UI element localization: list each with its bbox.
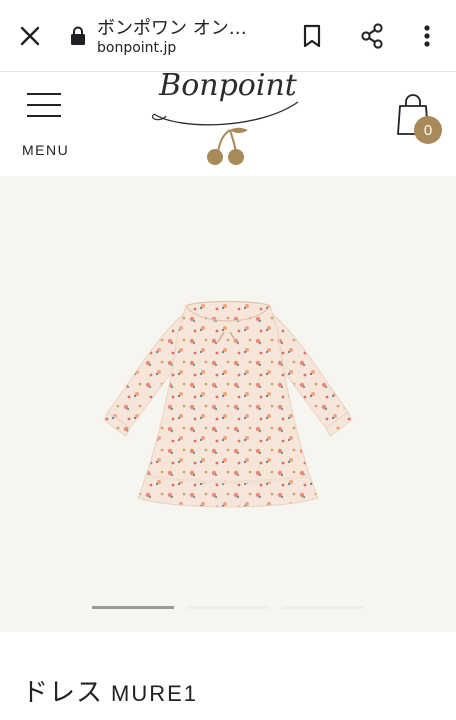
close-button[interactable] [14, 20, 46, 52]
address-bar[interactable]: ボンポワン オン… bonpoint.jp [70, 12, 270, 60]
browser-toolbar: ボンポワン オン… bonpoint.jp [0, 0, 456, 72]
bonpoint-logo[interactable]: Bonpoint [148, 68, 308, 172]
page-url: bonpoint.jp [97, 40, 177, 56]
share-button[interactable] [356, 20, 388, 52]
page-title: ボンポワン オン… [97, 18, 247, 39]
cart-count-badge: 0 [414, 116, 442, 144]
cart-button[interactable]: 0 [396, 94, 446, 146]
product-name: ドレス [22, 678, 104, 708]
more-options-button[interactable] [411, 20, 443, 52]
menu-button[interactable]: MENU [18, 90, 72, 158]
carousel-pagination [92, 606, 364, 610]
bookmark-icon [303, 24, 321, 48]
site-header: MENU Bonpoint 0 [0, 68, 456, 176]
carousel-dot-2[interactable] [187, 606, 269, 609]
hamburger-icon [27, 93, 61, 117]
carousel-dot-3[interactable] [282, 606, 364, 609]
product-code: MURE1 [111, 681, 199, 706]
product-image-carousel[interactable] [0, 176, 456, 632]
carousel-dot-1[interactable] [92, 606, 174, 609]
product-title: ドレス MURE1 [22, 672, 198, 709]
logo-flourish-icon [152, 101, 299, 126]
more-vert-icon [424, 25, 430, 47]
menu-label: MENU [22, 142, 70, 158]
lock-icon [71, 26, 85, 45]
close-icon [20, 26, 40, 46]
cherry-icon [207, 127, 248, 165]
share-icon [361, 23, 383, 49]
product-dress-image[interactable] [100, 292, 356, 518]
bookmark-button[interactable] [296, 20, 328, 52]
